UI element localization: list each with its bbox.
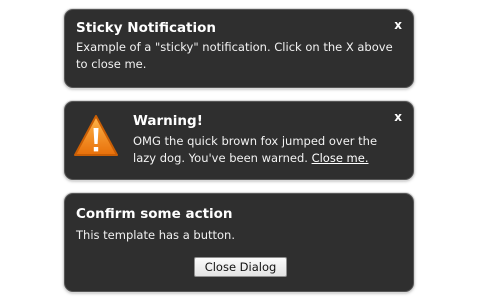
notification-message: Example of a "sticky" notification. Clic… (76, 40, 393, 71)
notification-message: OMG the quick brown fox jumped over the … (133, 133, 403, 167)
close-me-link[interactable]: Close me. (312, 151, 369, 165)
close-icon[interactable]: x (394, 19, 402, 31)
notification-title: Confirm some action (76, 206, 233, 222)
warning-icon (74, 115, 118, 156)
notification-title: Sticky Notification (76, 20, 217, 36)
notification-title: Warning! (133, 113, 203, 129)
notification-message: This template has a button. (76, 228, 235, 242)
sticky-notification: Sticky Notification x Example of a "stic… (64, 9, 414, 88)
close-dialog-button[interactable]: Close Dialog (194, 257, 287, 277)
warning-notification: Warning! x OMG the quick brown fox jumpe… (64, 101, 414, 180)
confirm-notification: Confirm some action This template has a … (64, 193, 414, 292)
close-icon[interactable]: x (394, 111, 402, 123)
